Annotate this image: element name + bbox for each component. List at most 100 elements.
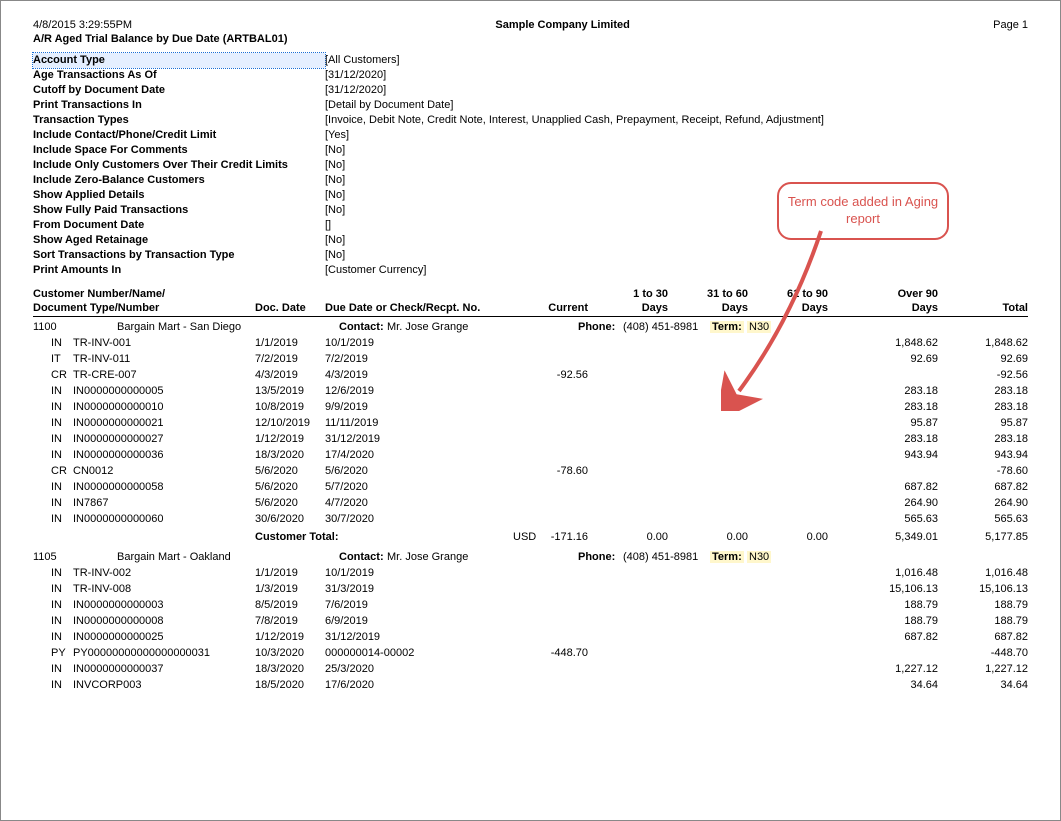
phone-value: (408) 451-8981 bbox=[623, 551, 698, 563]
tx-doc-date: 4/3/2019 bbox=[255, 369, 298, 381]
tx-type: IN bbox=[51, 567, 62, 579]
transaction-row: ININ00000000000087/8/20196/9/2019188.791… bbox=[33, 615, 1028, 631]
tx-due-date: 31/3/2019 bbox=[325, 583, 374, 595]
tx-type: IN bbox=[51, 583, 62, 595]
report-parameters: Account Type[All Customers]Age Transacti… bbox=[33, 53, 1028, 278]
term-value: N30 bbox=[747, 321, 771, 333]
tx-due-date: 9/9/2019 bbox=[325, 401, 368, 413]
param-row: Include Space For Comments[No] bbox=[33, 143, 1028, 158]
param-value: [No] bbox=[325, 248, 345, 263]
tx-number: TR-INV-001 bbox=[73, 337, 131, 349]
column-headers: Customer Number/Name/ Document Type/Numb… bbox=[33, 288, 1028, 317]
tx-type: CR bbox=[51, 369, 67, 381]
contact-label: Contact: bbox=[339, 551, 384, 563]
customer-row: 1100Bargain Mart - San DiegoContact:Mr. … bbox=[33, 321, 1028, 337]
company-name: Sample Company Limited bbox=[132, 19, 993, 31]
param-row: Cutoff by Document Date[31/12/2020] bbox=[33, 83, 1028, 98]
hdr-bucket2-top: 31 to 60 bbox=[668, 288, 748, 300]
tx-over90: 1,227.12 bbox=[848, 663, 938, 675]
param-label: Transaction Types bbox=[33, 113, 325, 128]
term-value: N30 bbox=[747, 551, 771, 563]
tx-due-date: 17/4/2020 bbox=[325, 449, 374, 461]
tx-due-date: 25/3/2020 bbox=[325, 663, 374, 675]
tx-doc-date: 5/6/2020 bbox=[255, 497, 298, 509]
tx-number: IN0000000000037 bbox=[73, 663, 164, 675]
tx-total: 1,016.48 bbox=[938, 567, 1028, 579]
customer-name: Bargain Mart - Oakland bbox=[117, 551, 231, 563]
param-label: Print Transactions In bbox=[33, 98, 325, 113]
param-label: Include Contact/Phone/Credit Limit bbox=[33, 128, 325, 143]
annotation-callout: Term code added in Aging report bbox=[777, 182, 949, 240]
tx-due-date: 30/7/2020 bbox=[325, 513, 374, 525]
param-label: Cutoff by Document Date bbox=[33, 83, 325, 98]
tx-type: IN bbox=[51, 401, 62, 413]
transaction-row: ININ000000000001010/8/20199/9/2019283.18… bbox=[33, 401, 1028, 417]
param-value: [Invoice, Debit Note, Credit Note, Inter… bbox=[325, 113, 824, 128]
hdr-over-top: Over 90 bbox=[848, 288, 938, 300]
param-value: [No] bbox=[325, 188, 345, 203]
param-label: Print Amounts In bbox=[33, 263, 325, 278]
customer-row: 1105Bargain Mart - OaklandContact:Mr. Jo… bbox=[33, 551, 1028, 567]
tx-number: IN0000000000003 bbox=[73, 599, 164, 611]
tx-type: IN bbox=[51, 497, 62, 509]
param-label: Show Aged Retainage bbox=[33, 233, 325, 248]
transaction-row: ININ00000000000271/12/201931/12/2019283.… bbox=[33, 433, 1028, 449]
tx-over90: 687.82 bbox=[848, 631, 938, 643]
param-value: [No] bbox=[325, 173, 345, 188]
tx-doc-date: 1/3/2019 bbox=[255, 583, 298, 595]
param-value: [Detail by Document Date] bbox=[325, 98, 453, 113]
tx-due-date: 10/1/2019 bbox=[325, 567, 374, 579]
report-header: 4/8/2015 3:29:55PM Sample Company Limite… bbox=[33, 19, 1028, 31]
tx-doc-date: 7/8/2019 bbox=[255, 615, 298, 627]
hdr-customer-line1: Customer Number/Name/ bbox=[33, 288, 165, 300]
tx-number: IN0000000000027 bbox=[73, 433, 164, 445]
tx-type: IN bbox=[51, 385, 62, 397]
tx-total: 1,848.62 bbox=[938, 337, 1028, 349]
tx-due-date: 31/12/2019 bbox=[325, 631, 380, 643]
tx-number: INVCORP003 bbox=[73, 679, 141, 691]
tx-doc-date: 30/6/2020 bbox=[255, 513, 304, 525]
tx-doc-date: 18/3/2020 bbox=[255, 449, 304, 461]
param-value: [] bbox=[325, 218, 331, 233]
customer-total-row: Customer Total:USD-171.160.000.000.005,3… bbox=[33, 531, 1028, 547]
tx-over90: 188.79 bbox=[848, 615, 938, 627]
param-value: [No] bbox=[325, 203, 345, 218]
tx-total: 565.63 bbox=[938, 513, 1028, 525]
tx-over90: 943.94 bbox=[848, 449, 938, 461]
transaction-row: INTR-INV-0021/1/201910/1/20191,016.481,0… bbox=[33, 567, 1028, 583]
tx-total: 1,227.12 bbox=[938, 663, 1028, 675]
tx-number: IN0000000000058 bbox=[73, 481, 164, 493]
tx-total: 687.82 bbox=[938, 481, 1028, 493]
tx-over90: 15,106.13 bbox=[848, 583, 938, 595]
param-value: [Customer Currency] bbox=[325, 263, 426, 278]
tx-due-date: 000000014-00002 bbox=[325, 647, 414, 659]
transaction-row: INTR-INV-0011/1/201910/1/20191,848.621,8… bbox=[33, 337, 1028, 353]
tx-total: 283.18 bbox=[938, 385, 1028, 397]
tx-number: IN0000000000025 bbox=[73, 631, 164, 643]
param-label: Include Zero-Balance Customers bbox=[33, 173, 325, 188]
tx-total: -92.56 bbox=[938, 369, 1028, 381]
tx-type: IN bbox=[51, 433, 62, 445]
tx-number: IN0000000000021 bbox=[73, 417, 164, 429]
transaction-row: ININ000000000002112/10/201911/11/201995.… bbox=[33, 417, 1028, 433]
tx-type: IN bbox=[51, 513, 62, 525]
tx-doc-date: 1/1/2019 bbox=[255, 567, 298, 579]
param-value: [No] bbox=[325, 143, 345, 158]
tx-number: IN7867 bbox=[73, 497, 108, 509]
customer-total-over: 5,349.01 bbox=[848, 531, 938, 543]
tx-due-date: 4/7/2020 bbox=[325, 497, 368, 509]
tx-over90: 92.69 bbox=[848, 353, 938, 365]
tx-over90: 34.64 bbox=[848, 679, 938, 691]
tx-due-date: 12/6/2019 bbox=[325, 385, 374, 397]
tx-number: IN0000000000008 bbox=[73, 615, 164, 627]
param-row: Account Type[All Customers] bbox=[33, 53, 1028, 68]
tx-number: IN0000000000005 bbox=[73, 385, 164, 397]
param-value: [31/12/2020] bbox=[325, 83, 386, 98]
param-row: Include Contact/Phone/Credit Limit[Yes] bbox=[33, 128, 1028, 143]
param-label: Include Space For Comments bbox=[33, 143, 325, 158]
tx-total: -78.60 bbox=[938, 465, 1028, 477]
report-datetime: 4/8/2015 3:29:55PM bbox=[33, 19, 132, 31]
tx-doc-date: 1/1/2019 bbox=[255, 337, 298, 349]
transaction-row: ININ000000000003718/3/202025/3/20201,227… bbox=[33, 663, 1028, 679]
tx-due-date: 11/11/2019 bbox=[325, 417, 378, 429]
